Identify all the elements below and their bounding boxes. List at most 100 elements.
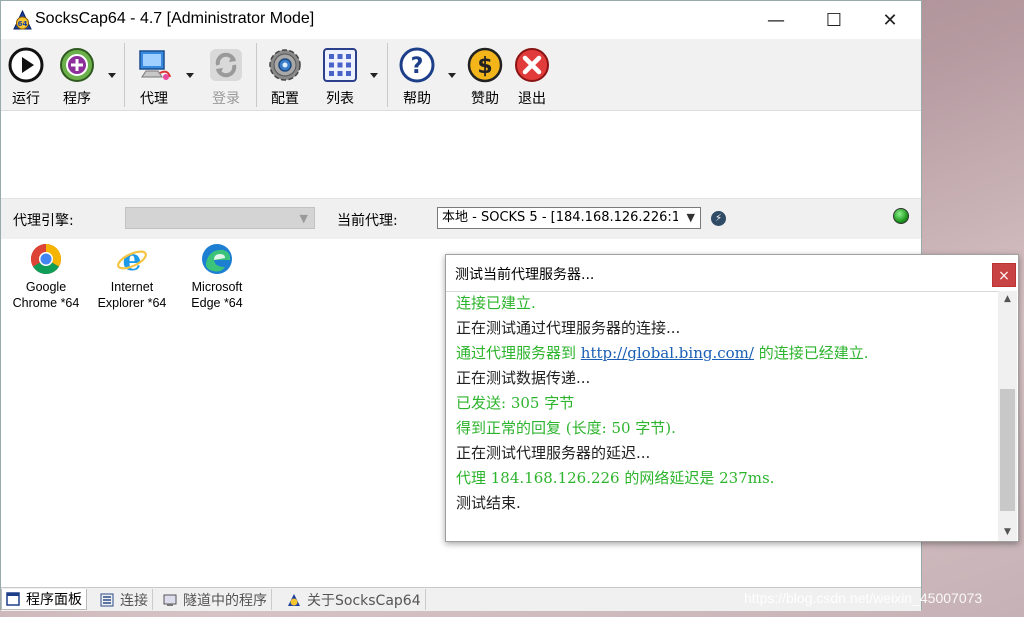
proxy-icon	[139, 50, 171, 80]
test-proxy-lightning-icon[interactable]: ⚡	[711, 211, 726, 226]
programs-dropdown-arrow-icon[interactable]	[108, 73, 116, 78]
tab-label: 隧道中的程序	[183, 592, 267, 609]
app-name-line1: Microsoft	[191, 280, 243, 294]
app-item-edge[interactable]: Microsoft Edge *64	[172, 243, 262, 311]
log-text: 通过代理服务器到	[456, 344, 581, 362]
ie-icon: e	[117, 243, 147, 275]
log-line: 通过代理服务器到 http://global.bing.com/ 的连接已经建立…	[456, 342, 869, 363]
list-label: 列表	[326, 91, 354, 107]
proxy-bar: 代理引擎: ▼ 当前代理: 本地 - SOCKS 5 - [184.168.12…	[1, 198, 921, 240]
login-refresh-icon	[210, 49, 242, 81]
help-button[interactable]: ? 帮助	[399, 47, 435, 109]
add-program-icon	[60, 48, 94, 82]
close-icon: ×	[998, 268, 1010, 284]
svg-text:?: ?	[411, 54, 424, 79]
list-dropdown-arrow-icon[interactable]	[370, 73, 378, 78]
current-proxy-label: 当前代理:	[337, 213, 398, 229]
login-button: 登录	[208, 47, 244, 109]
app-name-line2: Edge *64	[191, 296, 243, 310]
app-item-chrome[interactable]: Google Chrome *64	[1, 243, 91, 311]
sockscap-logo-icon: 64	[13, 10, 32, 30]
log-scrollbar[interactable]: ▲ ▼	[998, 291, 1017, 541]
watermark: https://blog.csdn.net/weixin_45007073	[744, 590, 983, 606]
minimize-button[interactable]: —	[753, 1, 799, 39]
help-label: 帮助	[403, 91, 431, 107]
proxy-dropdown-arrow-icon[interactable]	[186, 73, 194, 78]
scrollbar-thumb[interactable]	[1000, 389, 1015, 511]
app-item-ie[interactable]: e Internet Explorer *64	[87, 243, 177, 311]
donate-label: 赞助	[471, 91, 499, 107]
config-label: 配置	[271, 91, 299, 107]
scroll-down-icon[interactable]: ▼	[998, 524, 1017, 541]
tab-connections[interactable]: 连接	[96, 589, 153, 610]
minimize-icon: —	[767, 9, 785, 31]
proxy-engine-select[interactable]: ▼	[125, 207, 315, 229]
status-indicator-icon	[893, 208, 909, 224]
app-name-line2: Chrome *64	[12, 296, 80, 310]
toolbar-separator	[387, 43, 388, 107]
grid-list-icon	[323, 48, 357, 82]
list-button[interactable]: 列表	[322, 47, 358, 109]
tab-label: 关于SocksCap64	[307, 592, 421, 609]
maximize-icon: ☐	[825, 9, 843, 31]
donate-button[interactable]: $ 赞助	[467, 47, 503, 109]
maximize-button[interactable]: ☐	[811, 1, 857, 39]
log-line: 连接已建立.	[456, 294, 536, 312]
log-line: 测试结束.	[456, 494, 521, 512]
run-label: 运行	[12, 91, 40, 107]
run-button[interactable]: 运行	[8, 47, 44, 109]
toolbar: 运行 程序 代理 登录 配置 列表 ? 帮助 $ 赞助 退出	[1, 39, 921, 111]
svg-text:e: e	[122, 243, 141, 275]
scroll-up-icon[interactable]: ▲	[998, 291, 1017, 308]
current-proxy-select[interactable]: 本地 - SOCKS 5 - [184.168.126.226:1080 ▼	[437, 207, 701, 229]
proxy-label: 代理	[140, 91, 168, 107]
chevron-down-icon: ▼	[299, 212, 308, 225]
log-line: 正在测试数据传递...	[456, 369, 591, 387]
test-log: 连接已建立. 正在测试通过代理服务器的连接... 通过代理服务器到 http:/…	[446, 291, 998, 542]
toolbar-separator	[124, 43, 125, 107]
exit-button[interactable]: 退出	[514, 47, 550, 109]
test-proxy-dialog: 测试当前代理服务器... × 连接已建立. 正在测试通过代理服务器的连接... …	[445, 254, 1019, 542]
gear-icon	[269, 49, 301, 81]
tab-label: 连接	[120, 592, 148, 609]
log-line: 正在测试代理服务器的延迟...	[456, 444, 651, 462]
exit-x-icon	[515, 48, 549, 82]
title-bar: 64 SocksCap64 - 4.7 [Administrator Mode]…	[1, 1, 921, 39]
proxy-button[interactable]: 代理	[136, 47, 172, 109]
edge-icon	[202, 244, 232, 274]
help-dropdown-arrow-icon[interactable]	[448, 73, 456, 78]
app-name-line1: Google	[25, 280, 67, 294]
dialog-close-button[interactable]: ×	[992, 263, 1016, 287]
app-name-line1: Internet	[110, 280, 154, 294]
panel-icon	[6, 592, 20, 606]
log-line: 已发送: 305 字节	[456, 394, 575, 412]
svg-text:64: 64	[18, 20, 28, 28]
dollar-coin-icon: $	[467, 47, 503, 83]
about-icon	[288, 593, 300, 606]
play-icon	[8, 47, 44, 83]
chevron-down-icon: ▼	[686, 211, 695, 224]
config-button[interactable]: 配置	[267, 47, 303, 109]
help-icon: ?	[399, 47, 435, 83]
log-line: 得到正常的回复 (长度: 50 字节).	[456, 419, 676, 437]
exit-label: 退出	[518, 91, 546, 107]
programs-label: 程序	[63, 91, 91, 107]
tab-label: 程序面板	[26, 592, 82, 608]
window-title: SocksCap64 - 4.7 [Administrator Mode]	[35, 10, 315, 27]
programs-button[interactable]: 程序	[59, 47, 95, 109]
app-name-line2: Explorer *64	[97, 296, 167, 310]
chrome-icon	[30, 244, 62, 275]
tab-tunneled-programs[interactable]: 隧道中的程序	[159, 589, 272, 610]
close-icon: ✕	[882, 9, 898, 31]
dialog-title: 测试当前代理服务器...	[455, 267, 595, 283]
toolbar-separator	[256, 43, 257, 107]
tab-about[interactable]: 关于SocksCap64	[283, 589, 426, 610]
tab-program-panel[interactable]: 程序面板	[1, 589, 87, 610]
current-proxy-value: 本地 - SOCKS 5 - [184.168.126.226:1080	[442, 210, 678, 225]
svg-text:$: $	[477, 54, 492, 79]
log-line: 正在测试通过代理服务器的连接...	[456, 319, 681, 337]
bing-link[interactable]: http://global.bing.com/	[581, 344, 754, 362]
close-button[interactable]: ✕	[867, 1, 913, 39]
log-line: 代理 184.168.126.226 的网络延迟是 237ms.	[456, 469, 775, 487]
log-text: 的连接已经建立.	[753, 344, 869, 362]
